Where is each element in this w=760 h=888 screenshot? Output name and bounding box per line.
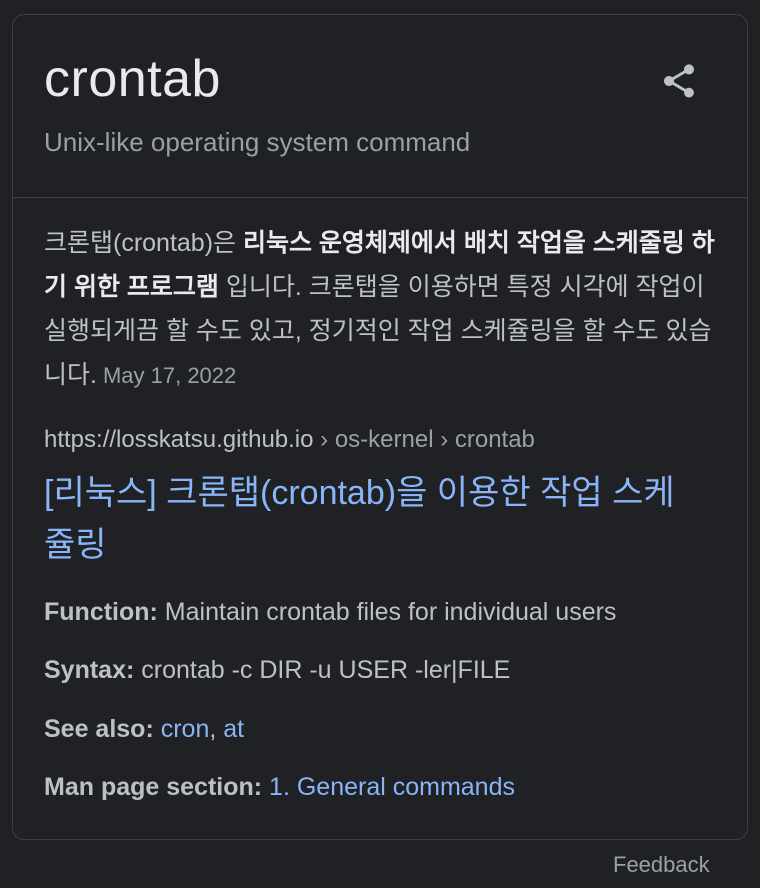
source-url[interactable]: https://losskatsu.github.io › os-kernel …	[44, 423, 535, 457]
panel-subtitle: Unix-like operating system command	[44, 127, 471, 157]
share-button[interactable]	[659, 61, 699, 101]
fact-function-label: Function:	[44, 598, 158, 626]
share-icon	[664, 64, 694, 98]
fact-function: Function: Maintain crontab files for ind…	[44, 595, 616, 629]
source-domain: https://losskatsu.github.io	[44, 426, 314, 453]
see-also-link-cron[interactable]: cron	[161, 715, 210, 743]
fact-see-also-label: See also:	[44, 715, 154, 743]
fact-function-value: Maintain crontab files for individual us…	[157, 598, 617, 626]
panel-header: crontab Unix-like operating system comma…	[13, 15, 747, 198]
man-page-link[interactable]: 1. General commands	[269, 773, 515, 801]
fact-see-also: See also: cron, at	[44, 712, 244, 746]
result-link-title[interactable]: [리눅스] 크론탭(crontab)을 이용한 작업 스케쥴링	[44, 467, 704, 571]
knowledge-panel: crontab Unix-like operating system comma…	[12, 14, 748, 840]
fact-syntax-value: crontab -c DIR -u USER -ler|FILE	[134, 656, 511, 684]
see-also-link-at[interactable]: at	[223, 715, 244, 743]
description-prefix: 크론탭(crontab)은	[44, 229, 243, 257]
see-also-separator: ,	[209, 715, 224, 743]
fact-man-page: Man page section: 1. General commands	[44, 770, 515, 804]
fact-syntax: Syntax: crontab -c DIR -u USER -ler|FILE	[44, 653, 510, 687]
fact-man-page-label: Man page section:	[44, 773, 263, 801]
fact-syntax-label: Syntax:	[44, 656, 135, 684]
source-breadcrumb: › os-kernel › crontab	[313, 426, 535, 453]
feedback-link[interactable]: Feedback	[613, 852, 710, 878]
snippet-date: May 17, 2022	[102, 363, 237, 388]
description-snippet: 크론탭(crontab)은 리눅스 운영체제에서 배치 작업을 스케줄링 하기 …	[44, 221, 716, 398]
page-title: crontab	[44, 50, 221, 108]
